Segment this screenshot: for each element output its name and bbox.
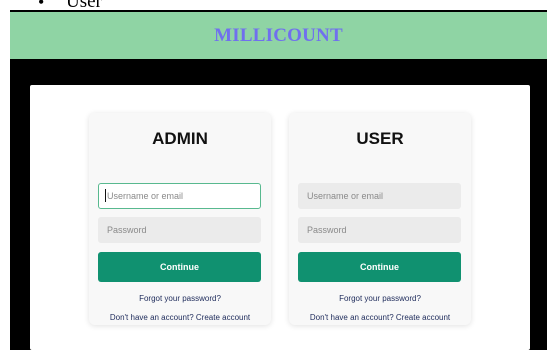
admin-signup-prompt: Don't have an account? xyxy=(109,313,194,322)
admin-card-title: ADMIN xyxy=(152,129,208,148)
app-title: MILLICOUNT xyxy=(214,24,343,46)
app-header: MILLICOUNT xyxy=(10,12,547,59)
user-signup-prompt: Don't have an account? xyxy=(309,313,394,322)
app-window: MILLICOUNT ADMIN Continue Forgot your pa… xyxy=(10,10,547,350)
user-create-account-link[interactable]: Create account xyxy=(396,313,450,322)
admin-password-input[interactable] xyxy=(98,217,261,243)
document-bullet-line: • User xyxy=(0,0,547,10)
document-text: User xyxy=(66,0,102,10)
bullet-icon: • xyxy=(38,0,45,10)
admin-login-card: ADMIN Continue Forgot your password? Don… xyxy=(89,113,271,325)
admin-create-account-link[interactable]: Create account xyxy=(196,313,250,322)
user-password-input[interactable] xyxy=(298,217,461,243)
login-panel: ADMIN Continue Forgot your password? Don… xyxy=(30,85,530,350)
user-forgot-password-link[interactable]: Forgot your password? xyxy=(289,294,471,303)
text-caret xyxy=(105,189,106,202)
admin-forgot-password-link[interactable]: Forgot your password? xyxy=(89,294,271,303)
user-card-title: USER xyxy=(356,129,404,148)
admin-signup-line: Don't have an account? Create account xyxy=(89,313,271,322)
user-signup-line: Don't have an account? Create account xyxy=(289,313,471,322)
admin-continue-button[interactable]: Continue xyxy=(98,252,261,282)
user-continue-button[interactable]: Continue xyxy=(298,252,461,282)
user-login-card: USER Continue Forgot your password? Don'… xyxy=(289,113,471,325)
admin-username-input[interactable] xyxy=(98,183,261,209)
user-username-input[interactable] xyxy=(298,183,461,209)
